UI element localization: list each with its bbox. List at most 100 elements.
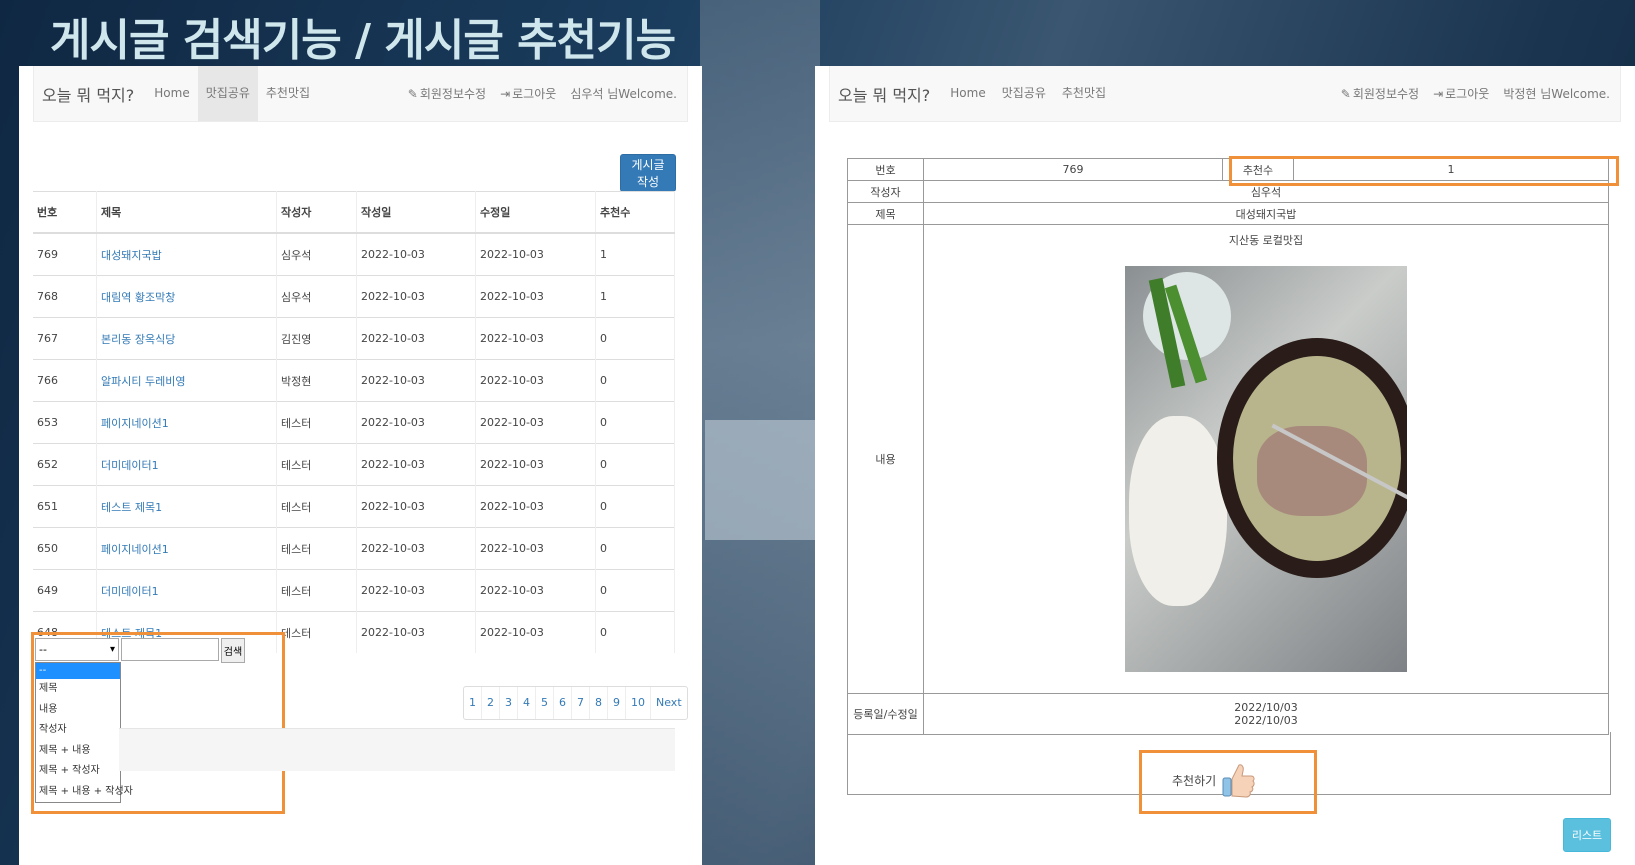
nav-share[interactable]: 맛집공유 bbox=[197, 66, 258, 121]
logout-link[interactable]: ⇥ 로그아웃 bbox=[500, 85, 556, 102]
welcome-text: 심우석 님Welcome. bbox=[570, 87, 677, 101]
page-link[interactable]: 4 bbox=[518, 687, 536, 719]
post-title-link[interactable]: 알파시티 두레비영 bbox=[96, 359, 277, 402]
table-cell: 2022-10-03 bbox=[475, 401, 596, 444]
nav-recommend[interactable]: 추천맛집 bbox=[258, 66, 318, 121]
table-row[interactable]: 649 더미데이터1 테스터 2022-10-03 2022-10-03 0 bbox=[33, 569, 675, 612]
table-row[interactable]: 653 페이지네이션1 테스터 2022-10-03 2022-10-03 0 bbox=[33, 401, 675, 444]
search-option[interactable]: 제목 + 내용 + 작성자 bbox=[36, 782, 133, 803]
thumbs-up-icon[interactable] bbox=[1221, 761, 1255, 799]
col-header: 작성자 bbox=[276, 191, 357, 234]
table-cell: 0 bbox=[595, 359, 675, 402]
page-link[interactable]: 5 bbox=[536, 687, 554, 719]
title-label: 제목 bbox=[847, 202, 924, 225]
table-cell: 2022-10-03 bbox=[475, 232, 596, 276]
welcome-text: 박정현 님Welcome. bbox=[1503, 87, 1610, 101]
footer-bar bbox=[119, 728, 675, 771]
table-cell: 박정현 bbox=[276, 359, 357, 402]
post-title-link[interactable]: 대림역 황조막창 bbox=[96, 275, 277, 318]
table-cell: 653 bbox=[33, 401, 97, 444]
post-title-link[interactable]: 본리동 장옥식당 bbox=[96, 317, 277, 360]
table-row[interactable]: 769 대성돼지국밥 심우석 2022-10-03 2022-10-03 1 bbox=[33, 232, 675, 276]
content-label: 내용 bbox=[847, 224, 924, 694]
page-link[interactable]: 3 bbox=[500, 687, 518, 719]
nav-recommend[interactable]: 추천맛집 bbox=[1054, 66, 1114, 121]
table-cell: 김진영 bbox=[276, 317, 357, 360]
search-option[interactable]: 내용 bbox=[36, 700, 120, 721]
slide-title: 게시글 검색기능 / 게시글 추천기능 bbox=[50, 15, 676, 66]
post-title-link[interactable]: 더미데이터1 bbox=[96, 443, 277, 486]
write-post-button[interactable]: 게시글 작성 bbox=[620, 154, 676, 192]
post-title-link[interactable]: 테스트 제목1 bbox=[96, 485, 277, 528]
edit-profile-link[interactable]: ✎ 회원정보수정 bbox=[408, 85, 486, 102]
table-row[interactable]: 651 테스트 제목1 테스터 2022-10-03 2022-10-03 0 bbox=[33, 485, 675, 528]
table-cell: 2022-10-03 bbox=[356, 611, 476, 653]
table-cell: 2022-10-03 bbox=[475, 527, 596, 570]
page-link[interactable]: 9 bbox=[608, 687, 626, 719]
search-type-select[interactable]: -- ▾ bbox=[35, 638, 119, 661]
table-row[interactable]: 767 본리동 장옥식당 김진영 2022-10-03 2022-10-03 0 bbox=[33, 317, 675, 360]
logout-link[interactable]: ⇥ 로그아웃 bbox=[1433, 85, 1489, 102]
board-table: 번호 제목 작성자 작성일 수정일 추천수 769 대성돼지국밥 심우석 2022-1… bbox=[33, 191, 675, 653]
table-cell: 테스터 bbox=[276, 401, 357, 444]
search-option[interactable]: 제목 + 내용 bbox=[36, 741, 120, 762]
table-row[interactable]: 766 알파시티 두레비영 박정현 2022-10-03 2022-10-03 0 bbox=[33, 359, 675, 402]
content-text: 지산동 로컬맛집 bbox=[1228, 234, 1304, 247]
edit-profile-link[interactable]: ✎ 회원정보수정 bbox=[1341, 85, 1419, 102]
col-header: 작성일 bbox=[356, 191, 476, 234]
post-title-link[interactable]: 대성돼지국밥 bbox=[96, 232, 277, 276]
search-button[interactable]: 검색 bbox=[221, 638, 245, 663]
post-title-link[interactable]: 더미데이터1 bbox=[96, 569, 277, 612]
list-button[interactable]: 리스트 bbox=[1563, 818, 1611, 852]
search-option[interactable]: 제목 + 작성자 bbox=[36, 761, 120, 782]
search-option[interactable]: 작성자 bbox=[36, 720, 120, 741]
pagination: 1 2 3 4 5 6 7 8 9 10 Next bbox=[463, 686, 688, 720]
search-input[interactable] bbox=[121, 638, 219, 661]
modified-date: 2022/10/03 bbox=[1234, 714, 1298, 727]
page-link[interactable]: 2 bbox=[482, 687, 500, 719]
nav-share[interactable]: 맛집공유 bbox=[994, 66, 1054, 121]
table-row[interactable]: 650 페이지네이션1 테스터 2022-10-03 2022-10-03 0 bbox=[33, 527, 675, 570]
table-cell: 0 bbox=[595, 611, 675, 653]
table-cell: 2022-10-03 bbox=[356, 232, 476, 276]
board-list-panel: 오늘 뭐 먹지? Home 맛집공유 추천맛집 ✎ 회원정보수정 ⇥ 로그아웃 심우… bbox=[19, 66, 702, 865]
search-option[interactable]: -- bbox=[36, 663, 120, 679]
page-link[interactable]: 6 bbox=[554, 687, 572, 719]
table-cell: 1 bbox=[595, 275, 675, 318]
table-cell: 2022-10-03 bbox=[356, 485, 476, 528]
post-detail-table: 번호 769 추천수 1 작성자 심우석 제목 대성돼지국밥 내용 지산동 로컬… bbox=[847, 158, 1609, 735]
table-cell: 768 bbox=[33, 275, 97, 318]
logout-icon: ⇥ bbox=[500, 87, 511, 101]
page-link[interactable]: 8 bbox=[590, 687, 608, 719]
table-cell: 2022-10-03 bbox=[356, 443, 476, 486]
table-cell: 2022-10-03 bbox=[356, 317, 476, 360]
table-row[interactable]: 768 대림역 황조막창 심우석 2022-10-03 2022-10-03 1 bbox=[33, 275, 675, 318]
next-page-link[interactable]: Next bbox=[651, 687, 687, 719]
table-cell: 652 bbox=[33, 443, 97, 486]
table-cell: 2022-10-03 bbox=[356, 401, 476, 444]
table-cell: 테스터 bbox=[276, 569, 357, 612]
col-header: 번호 bbox=[33, 191, 97, 234]
table-cell: 769 bbox=[33, 232, 97, 276]
table-cell: 0 bbox=[595, 401, 675, 444]
navbar: 오늘 뭐 먹지? Home 맛집공유 추천맛집 ✎ 회원정보수정 ⇥ 로그아웃 심우… bbox=[33, 66, 688, 122]
wrench-icon: ✎ bbox=[407, 87, 418, 101]
table-cell: 649 bbox=[33, 569, 97, 612]
nav-home[interactable]: Home bbox=[942, 66, 993, 121]
brand-logo[interactable]: 오늘 뭐 먹지? bbox=[34, 82, 146, 106]
table-row[interactable]: 652 더미데이터1 테스터 2022-10-03 2022-10-03 0 bbox=[33, 443, 675, 486]
search-option[interactable]: 제목 bbox=[36, 679, 120, 700]
table-cell: 테스터 bbox=[276, 485, 357, 528]
table-cell: 심우석 bbox=[276, 232, 357, 276]
brand-logo[interactable]: 오늘 뭐 먹지? bbox=[830, 82, 942, 106]
post-title-link[interactable]: 페이지네이션1 bbox=[96, 527, 277, 570]
no-value: 769 bbox=[923, 158, 1223, 181]
no-label: 번호 bbox=[847, 158, 924, 181]
page-link[interactable]: 7 bbox=[572, 687, 590, 719]
post-title-link[interactable]: 페이지네이션1 bbox=[96, 401, 277, 444]
created-date: 2022/10/03 bbox=[1234, 701, 1298, 714]
nav-home[interactable]: Home bbox=[146, 66, 197, 121]
page-link[interactable]: 1 bbox=[464, 687, 482, 719]
table-cell: 2022-10-03 bbox=[475, 443, 596, 486]
page-link[interactable]: 10 bbox=[626, 687, 651, 719]
